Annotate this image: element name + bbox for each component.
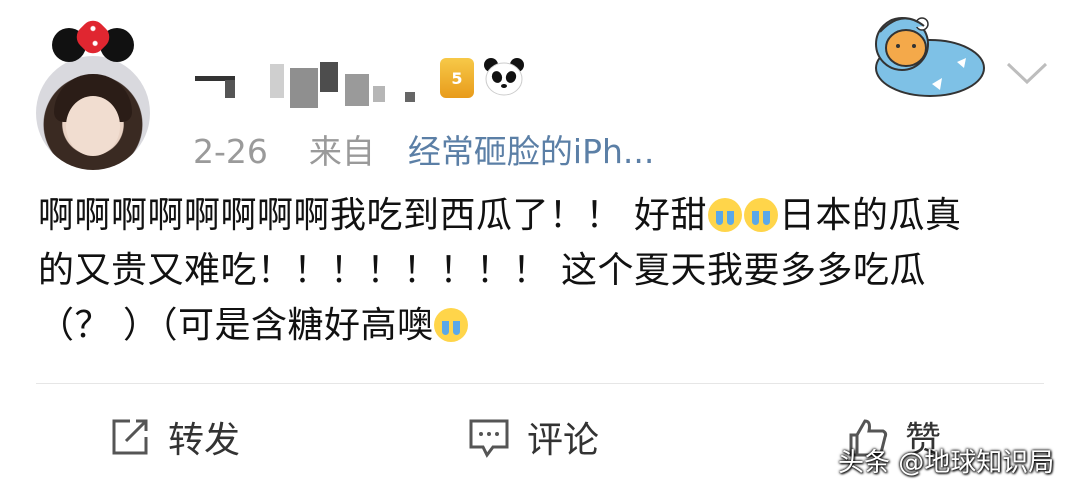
crying-face-emoji xyxy=(434,308,469,342)
minnie-ears-decoration xyxy=(52,15,134,66)
post-meta: 2-26 来自 经常砸脸的iPh... xyxy=(193,125,654,171)
content-text-1b: 日本的瓜真 xyxy=(778,195,962,236)
repost-icon xyxy=(108,415,152,459)
avatar-face xyxy=(66,96,120,156)
avatar[interactable] xyxy=(36,56,150,170)
vip-level: 5 xyxy=(451,68,463,88)
watermark: 头条 @地球知识局 xyxy=(838,448,1055,478)
panda-icon[interactable] xyxy=(482,56,526,98)
from-label: 来自 xyxy=(308,132,375,171)
chevron-down-icon[interactable] xyxy=(1004,58,1050,88)
username-blurred[interactable] xyxy=(195,62,430,108)
vip-badge-icon[interactable]: 5 xyxy=(440,58,474,98)
content-line-1: 啊啊啊啊啊啊啊啊我吃到西瓜了！！ 好甜 日本的瓜真 xyxy=(38,188,1048,243)
post-content: 啊啊啊啊啊啊啊啊我吃到西瓜了！！ 好甜 日本的瓜真 的又贵又难吃！！！！！！！！ … xyxy=(38,188,1048,353)
content-text-3: （？ ）（可是含糖好高噢 xyxy=(38,305,434,346)
content-text-1a: 啊啊啊啊啊啊啊啊我吃到西瓜了！！ 好甜 xyxy=(38,195,707,236)
comment-button[interactable]: 评论 xyxy=(467,412,599,462)
sleeping-bear-sticker xyxy=(862,2,987,100)
repost-label: 转发 xyxy=(168,420,241,461)
content-line-2: 的又贵又难吃！！！！！！！！ 这个夏天我要多多吃瓜 xyxy=(38,250,926,291)
comment-icon xyxy=(467,415,511,459)
post-time: 2-26 xyxy=(193,132,268,171)
post-source-link[interactable]: 经常砸脸的iPh... xyxy=(408,132,654,171)
content-line-3: （？ ）（可是含糖好高噢 xyxy=(38,298,1048,353)
repost-button[interactable]: 转发 xyxy=(108,412,240,462)
crying-face-emoji xyxy=(707,198,742,232)
divider xyxy=(36,383,1044,384)
crying-face-emoji xyxy=(743,198,778,232)
comment-label: 评论 xyxy=(527,420,600,461)
